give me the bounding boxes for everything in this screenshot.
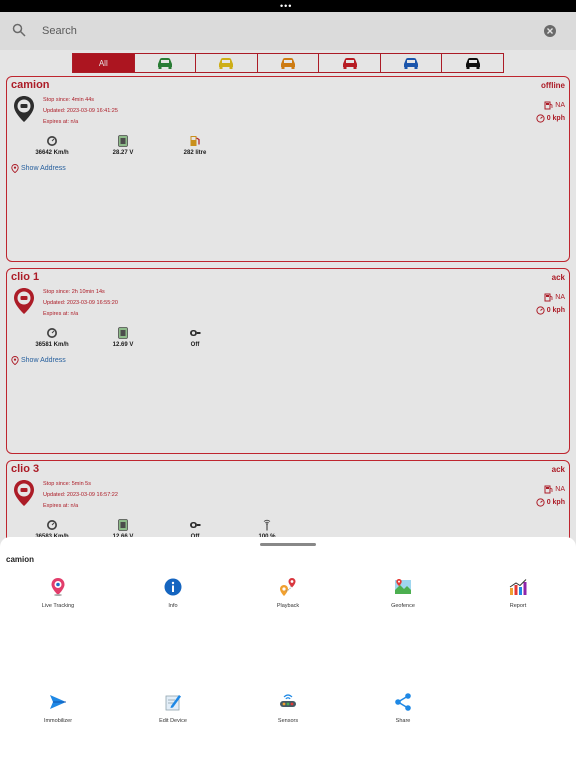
device-actions-sheet: camion Live Tracking Info Playback Geofe… <box>0 537 576 768</box>
action-info[interactable]: Info <box>128 577 218 609</box>
action-sensors[interactable]: Sensors <box>243 692 333 724</box>
sheet-title: camion <box>6 555 35 564</box>
multitasking-dots-icon[interactable]: ••• <box>280 2 292 11</box>
action-label: Share <box>395 718 411 724</box>
status-bar: ••• <box>0 0 576 12</box>
action-immobilizer[interactable]: Immobilizer <box>13 692 103 724</box>
immobilizer-icon <box>50 695 66 709</box>
sensors-icon <box>280 694 296 707</box>
action-geofence[interactable]: Geofence <box>358 577 448 609</box>
info-icon <box>164 578 182 596</box>
action-label: Geofence <box>391 603 415 609</box>
geofence-icon <box>395 579 411 594</box>
playback-icon <box>280 578 296 596</box>
action-label: Info <box>168 603 178 609</box>
action-label: Live Tracking <box>41 603 75 609</box>
share-icon <box>395 693 411 711</box>
action-label: Report <box>509 603 527 609</box>
report-icon <box>509 579 527 595</box>
sheet-drag-handle[interactable] <box>260 543 316 546</box>
action-label: Sensors <box>277 718 299 724</box>
action-label: Edit Device <box>159 718 187 724</box>
action-playback[interactable]: Playback <box>243 577 333 609</box>
action-label: Playback <box>276 603 300 609</box>
action-live-tracking[interactable]: Live Tracking <box>13 577 103 609</box>
live-tracking-icon <box>51 578 65 596</box>
edit-device-icon <box>165 695 181 711</box>
action-label: Immobilizer <box>43 718 73 724</box>
action-share[interactable]: Share <box>358 692 448 724</box>
action-report[interactable]: Report <box>473 577 563 609</box>
action-edit-device[interactable]: Edit Device <box>128 692 218 724</box>
